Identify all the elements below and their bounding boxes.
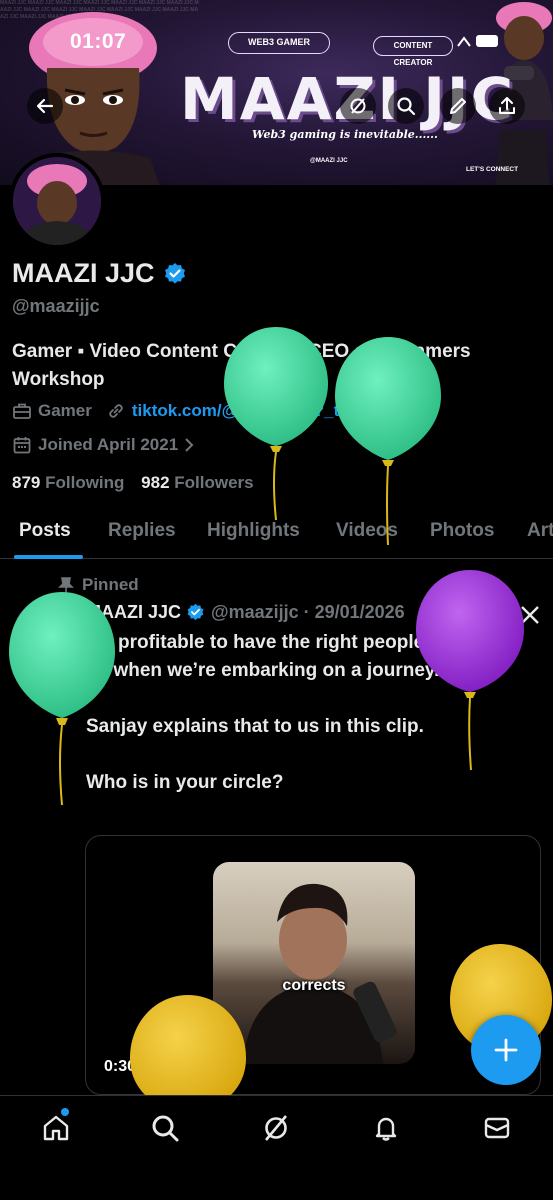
banner-tagline: Web3 gaming is inevitable...... [252, 128, 438, 141]
banner-tag-creator: CONTENT CREATOR [373, 36, 453, 67]
post-handle-date: @maazijjc · 29/01/2026 [211, 602, 405, 622]
post-author-avatar[interactable] [15, 603, 65, 653]
post-author-name[interactable]: MAAZI JJC [86, 602, 181, 623]
nav-search[interactable] [145, 1110, 185, 1146]
banner-connect: LET'S CONNECT [466, 166, 519, 173]
following-link[interactable]: 879 Following [12, 473, 124, 492]
video-caption: corrects [282, 977, 346, 994]
pin-icon [58, 577, 74, 593]
banner-handle: @MAAZI JJC [310, 158, 348, 164]
home-icon [43, 1115, 69, 1141]
post-header: MAAZI JJC @maazijjc · 29/01/2026 [86, 602, 405, 623]
verified-badge-icon [187, 603, 204, 621]
back-arrow-icon [36, 98, 54, 114]
banner-tag-web3: WEB3 GAMER [228, 32, 330, 54]
profile-handle: @maazijjc [12, 296, 100, 316]
bottom-navigation [0, 1095, 553, 1200]
following-count: 879 [12, 473, 41, 492]
profile-category: Gamer [38, 401, 92, 420]
video-duration: 0:30 [104, 1058, 137, 1075]
notifications-icon [375, 1117, 397, 1141]
grok-icon [350, 98, 366, 114]
pinned-label: Pinned [82, 575, 139, 594]
tab-posts[interactable]: Posts [19, 520, 71, 542]
profile-stats: 879 Following 982 Followers [12, 473, 254, 493]
profile-banner[interactable]: MAAZI JJC MAAZI JJC MAAZI JJC MAAZI JJC … [0, 0, 553, 185]
tab-articles[interactable]: Art [527, 520, 553, 542]
tab-videos[interactable]: Videos [336, 520, 398, 542]
tab-replies[interactable]: Replies [108, 520, 176, 542]
profile-joined-row[interactable]: Joined April 2021 [12, 435, 196, 455]
nav-home[interactable] [36, 1110, 76, 1146]
video-person-illustration [243, 883, 397, 1064]
post-paragraph: It’s profitable to have the right people… [86, 632, 494, 681]
post-body: It’s profitable to have the right people… [86, 629, 506, 825]
profile-tabs: Posts Replies Highlights Videos Photos A… [0, 505, 553, 559]
nav-notifications[interactable] [366, 1110, 406, 1146]
grok-icon [265, 1115, 287, 1141]
video-thumbnail[interactable]: corrects [213, 862, 415, 1064]
verified-badge-icon [164, 262, 185, 284]
calendar-icon [13, 437, 31, 454]
profile-meta-row: Gamer tiktok.com/@maazi_jjc?_t=... [12, 401, 363, 421]
post-paragraph: Sanjay explains that to us in this clip. [86, 716, 424, 737]
avatar-illustration [13, 157, 101, 245]
grok-button[interactable] [340, 88, 376, 124]
post-paragraph: Who is in your circle? [86, 772, 284, 793]
plus-icon [494, 1038, 518, 1062]
home-notification-dot [61, 1108, 69, 1116]
profile-display-name: MAAZI JJC [12, 258, 155, 288]
briefcase-icon [13, 403, 31, 419]
post-avatar-illustration [15, 603, 65, 653]
active-tab-indicator [14, 555, 83, 559]
followers-link[interactable]: 982 Followers [141, 473, 253, 492]
share-icon [499, 97, 515, 114]
following-label: Following [45, 473, 125, 492]
tab-photos[interactable]: Photos [430, 520, 494, 542]
profile-bio: Gamer ▪ Video Content Creator • CEO of S… [12, 341, 471, 390]
share-button[interactable] [489, 88, 525, 124]
nav-grok[interactable] [256, 1110, 296, 1146]
search-icon [152, 1115, 179, 1142]
profile-link[interactable]: tiktok.com/@maazi_jjc?_t=... [132, 401, 364, 421]
nav-messages[interactable] [477, 1110, 517, 1146]
link-icon [109, 404, 123, 418]
status-bar-time: 01:07 [70, 30, 127, 53]
chevron-right-icon [185, 438, 194, 452]
followers-count: 982 [141, 473, 170, 492]
profile-avatar[interactable] [9, 153, 105, 249]
profile-joined-date: Joined April 2021 [38, 435, 179, 454]
profile-name-row: MAAZI JJC [12, 258, 187, 289]
back-button[interactable] [27, 88, 63, 124]
edit-icon [450, 98, 466, 114]
edit-button[interactable] [440, 88, 476, 124]
tab-highlights[interactable]: Highlights [207, 520, 300, 542]
messages-icon [484, 1117, 510, 1139]
pinned-label-row: Pinned [58, 575, 139, 595]
followers-label: Followers [174, 473, 254, 492]
search-button[interactable] [388, 88, 424, 124]
x-logo-icon[interactable] [519, 604, 541, 626]
compose-post-button[interactable] [471, 1015, 541, 1085]
search-icon [397, 97, 416, 116]
